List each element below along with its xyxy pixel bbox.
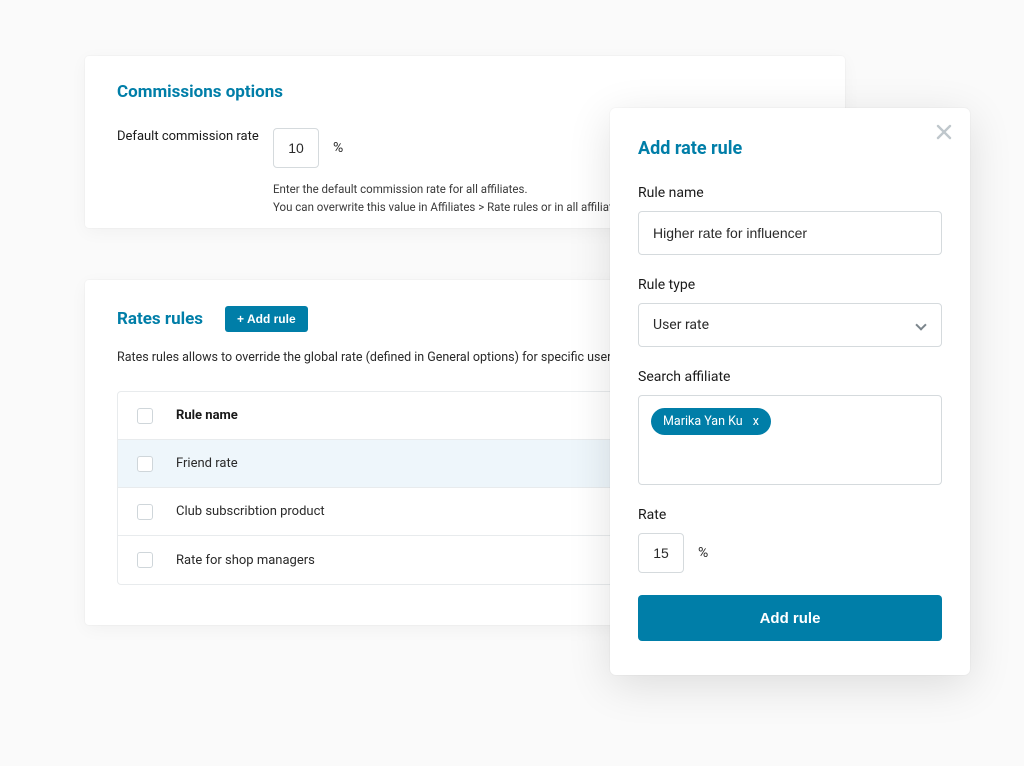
unit-percent: % [698,545,708,561]
add-rule-button[interactable]: + Add rule [225,306,308,332]
rule-name-label: Rule name [638,185,942,201]
add-rate-rule-modal: Add rate rule Rule name Rule type User r… [610,108,970,675]
rule-name-cell: Friend rate [172,456,632,471]
affiliate-tag-input[interactable]: Marika Yan Ku x [638,395,942,485]
commissions-title: Commissions options [117,82,813,102]
rule-type-value: User rate [653,317,709,333]
close-icon[interactable] [934,122,954,142]
row-checkbox[interactable] [137,456,153,472]
rate-label: Rate [638,507,942,523]
rule-type-select[interactable]: User rate [638,303,942,347]
affiliate-tag: Marika Yan Ku x [651,408,771,435]
unit-percent: % [333,140,343,156]
col-name: Rule name [172,408,632,423]
row-checkbox[interactable] [137,552,153,568]
rule-name-input[interactable] [638,211,942,255]
affiliate-tag-name: Marika Yan Ku [663,414,743,429]
modal-title: Add rate rule [638,138,942,159]
rate-input[interactable] [638,533,684,573]
chevron-down-icon [915,319,926,330]
search-affiliate-label: Search affiliate [638,369,942,385]
rule-type-label: Rule type [638,277,942,293]
rule-name-cell: Club subscribtion product [172,504,632,519]
default-rate-label: Default commission rate [117,128,273,146]
rule-name-cell: Rate for shop managers [172,553,632,568]
select-all-checkbox[interactable] [137,408,153,424]
default-rate-input[interactable] [273,128,319,168]
submit-add-rule-button[interactable]: Add rule [638,595,942,641]
row-checkbox[interactable] [137,504,153,520]
remove-tag-icon[interactable]: x [753,414,759,429]
rates-title: Rates rules [117,309,203,329]
